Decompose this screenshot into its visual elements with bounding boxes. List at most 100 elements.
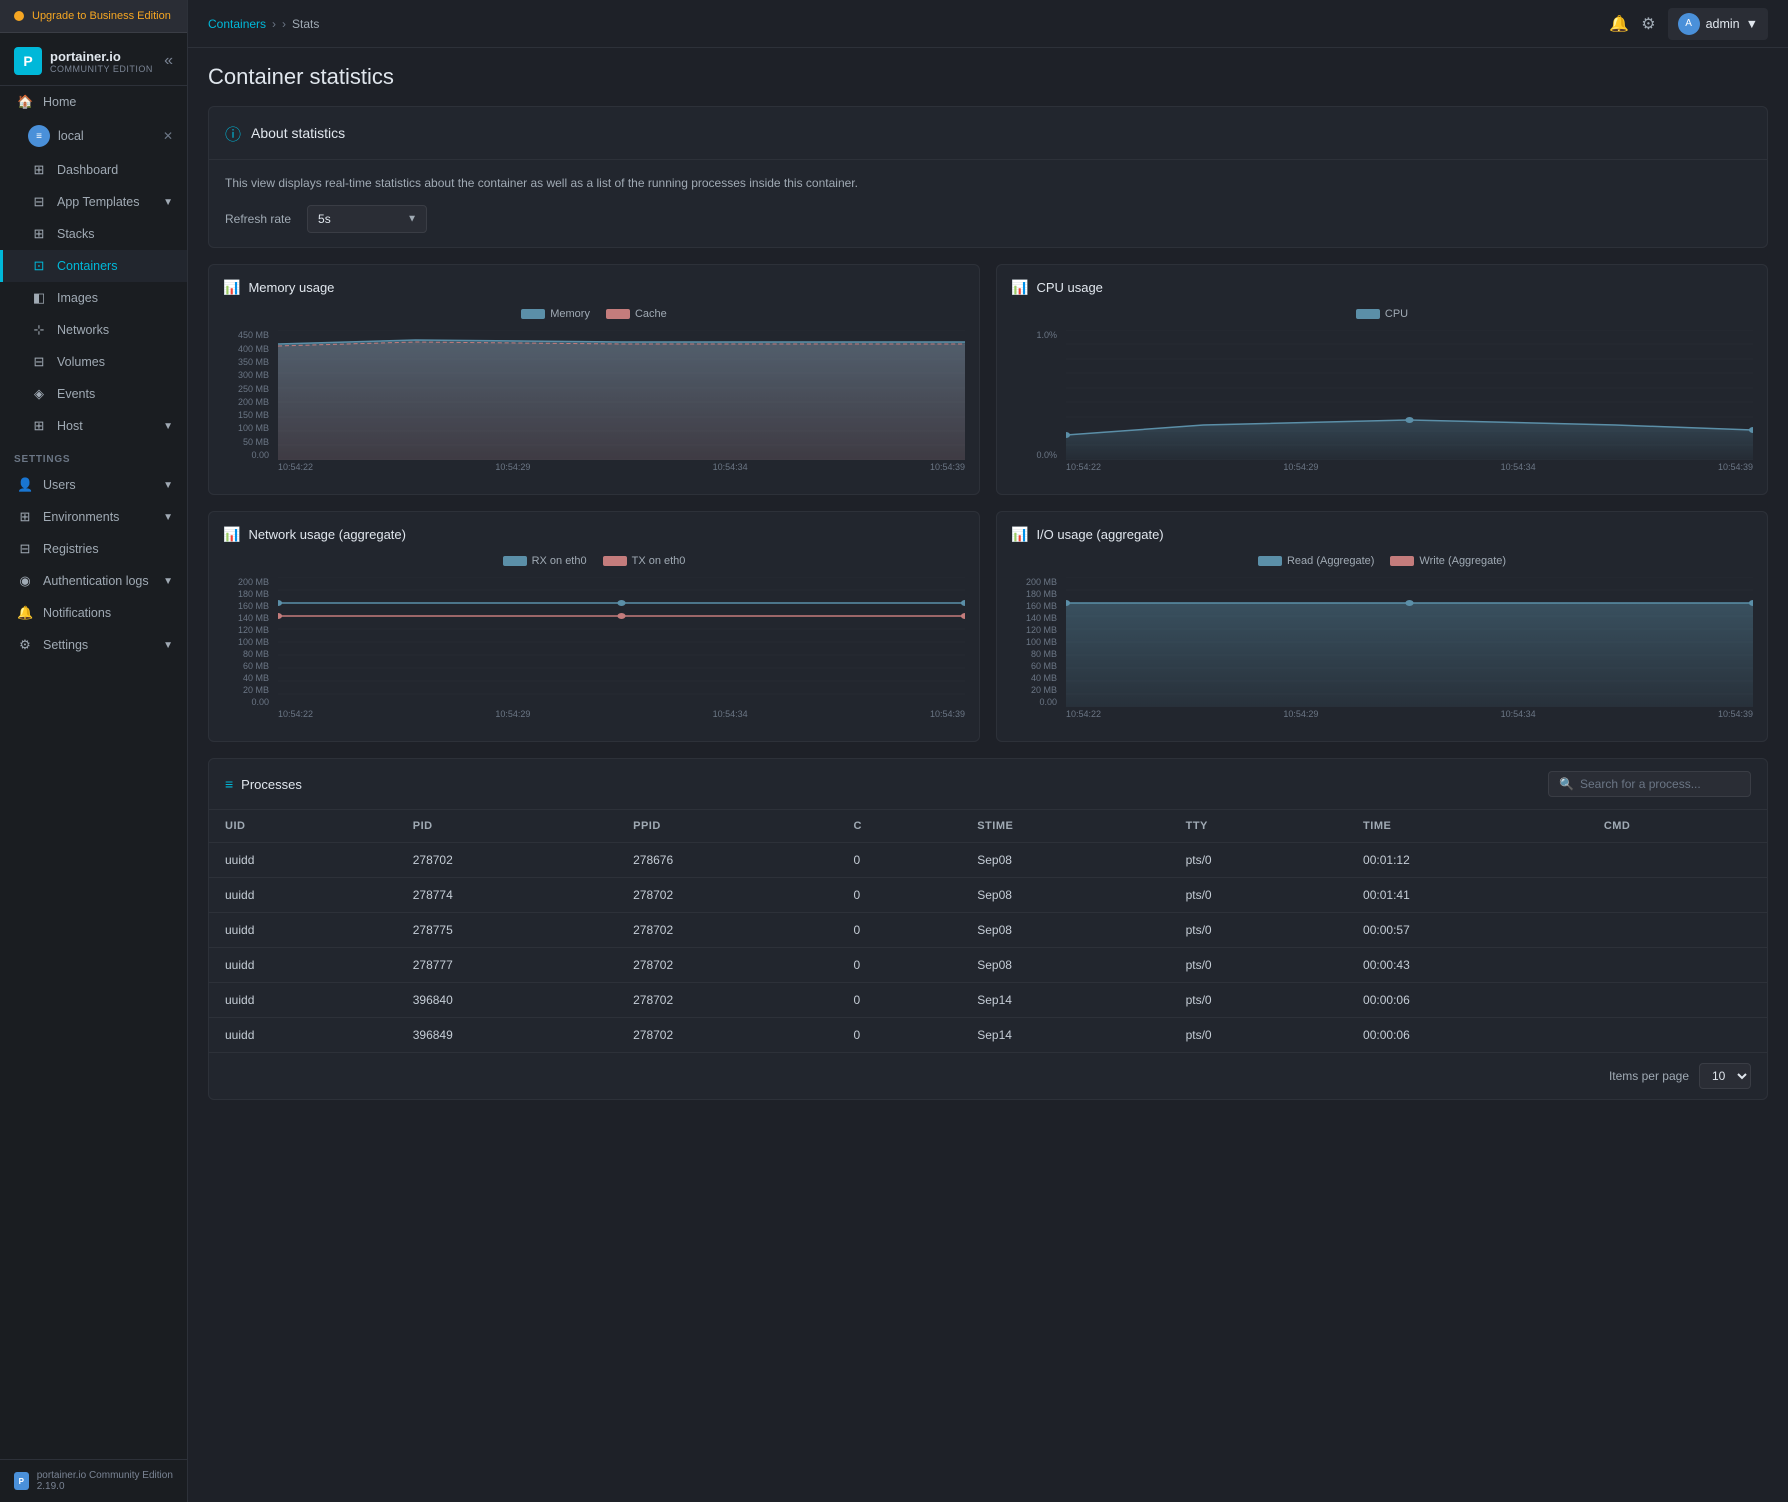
sidebar-environments-label: Environments bbox=[43, 510, 119, 524]
sidebar-item-users[interactable]: 👤 Users ▼ bbox=[0, 469, 187, 501]
cell-time: 00:00:43 bbox=[1347, 948, 1588, 983]
env-close-icon[interactable]: ✕ bbox=[163, 129, 173, 143]
cell-tty: pts/0 bbox=[1170, 878, 1347, 913]
cell-c: 0 bbox=[837, 983, 961, 1018]
portainer-logo-icon: P bbox=[14, 47, 42, 75]
settings-section-header: Settings bbox=[0, 442, 187, 469]
sidebar-env-local[interactable]: ≡ local ✕ bbox=[0, 118, 187, 154]
cell-uid: uuidd bbox=[209, 913, 397, 948]
cell-cmd bbox=[1588, 913, 1767, 948]
cell-stime: Sep08 bbox=[961, 843, 1169, 878]
cell-pid: 396840 bbox=[397, 983, 617, 1018]
io-chart-icon: 📊 bbox=[1011, 526, 1028, 543]
cell-uid: uuidd bbox=[209, 1018, 397, 1053]
sidebar-app-templates-label: App Templates bbox=[57, 195, 139, 209]
table-row: uuidd 278774 278702 0 Sep08 pts/0 00:01:… bbox=[209, 878, 1767, 913]
cell-cmd bbox=[1588, 983, 1767, 1018]
sidebar-item-networks[interactable]: ⊹ Networks bbox=[0, 314, 187, 346]
sidebar-item-events[interactable]: ◈ Events bbox=[0, 378, 187, 410]
collapse-sidebar-button[interactable]: « bbox=[164, 52, 173, 70]
cell-c: 0 bbox=[837, 1018, 961, 1053]
cell-ppid: 278702 bbox=[617, 1018, 837, 1053]
sidebar-item-stacks[interactable]: ⊞ Stacks bbox=[0, 218, 187, 250]
memory-legend-memory-label: Memory bbox=[550, 308, 590, 320]
cell-cmd bbox=[1588, 1018, 1767, 1053]
processes-title: Processes bbox=[241, 777, 302, 792]
registries-icon: ⊟ bbox=[17, 541, 33, 557]
processes-header: ≡ Processes 🔍 bbox=[209, 759, 1767, 810]
admin-label: admin bbox=[1706, 17, 1740, 31]
page-title: Container statistics bbox=[208, 64, 1768, 90]
cell-pid: 278702 bbox=[397, 843, 617, 878]
network-chart-area: 200 MB180 MB160 MB140 MB 120 MB100 MB80 … bbox=[223, 577, 965, 727]
sidebar-item-dashboard[interactable]: ⊞ Dashboard bbox=[0, 154, 187, 186]
col-tty: TTY bbox=[1170, 810, 1347, 843]
table-row: uuidd 278775 278702 0 Sep08 pts/0 00:00:… bbox=[209, 913, 1767, 948]
cell-uid: uuidd bbox=[209, 948, 397, 983]
user-menu-button[interactable]: A admin ▼ bbox=[1668, 8, 1768, 40]
networks-icon: ⊹ bbox=[31, 322, 47, 338]
sidebar-volumes-label: Volumes bbox=[57, 355, 105, 369]
sidebar-item-auth-logs[interactable]: ◉ Authentication logs ▼ bbox=[0, 565, 187, 597]
cpu-chart-title: CPU usage bbox=[1036, 280, 1102, 295]
col-time: TIME bbox=[1347, 810, 1588, 843]
cell-ppid: 278702 bbox=[617, 948, 837, 983]
col-cmd: CMD bbox=[1588, 810, 1767, 843]
sidebar-containers-label: Containers bbox=[57, 259, 117, 273]
sidebar-item-containers[interactable]: ⊡ Containers bbox=[0, 250, 187, 282]
sidebar-item-images[interactable]: ◧ Images bbox=[0, 282, 187, 314]
home-icon: 🏠 bbox=[17, 94, 33, 110]
items-per-page-label: Items per page bbox=[1609, 1069, 1689, 1083]
sidebar-item-environments[interactable]: ⊞ Environments ▼ bbox=[0, 501, 187, 533]
cell-time: 00:00:06 bbox=[1347, 983, 1588, 1018]
col-uid: UID bbox=[209, 810, 397, 843]
refresh-rate-select-wrapper: 1s 5s 10s 30s 60s bbox=[307, 205, 427, 233]
items-per-page-select[interactable]: 10 25 50 bbox=[1699, 1063, 1751, 1089]
cell-cmd bbox=[1588, 948, 1767, 983]
app-templates-icon: ⊟ bbox=[31, 194, 47, 210]
env-name-label: local bbox=[58, 129, 84, 143]
sidebar-notifications-label: Notifications bbox=[43, 606, 111, 620]
io-chart-title: I/O usage (aggregate) bbox=[1036, 527, 1163, 542]
breadcrumb-sep2: › bbox=[282, 17, 286, 31]
info-icon: ⓘ bbox=[225, 121, 241, 145]
cpu-chart-legend: CPU bbox=[1011, 308, 1753, 320]
process-search-input[interactable] bbox=[1580, 777, 1740, 791]
cell-pid: 278777 bbox=[397, 948, 617, 983]
logo-sub-text: COMMUNITY EDITION bbox=[50, 64, 153, 74]
upgrade-banner[interactable]: Upgrade to Business Edition bbox=[0, 0, 187, 33]
settings-gear-icon[interactable]: ⚙ bbox=[1641, 14, 1655, 34]
col-pid: PID bbox=[397, 810, 617, 843]
io-legend-write-label: Write (Aggregate) bbox=[1419, 555, 1506, 567]
sidebar-auth-logs-label: Authentication logs bbox=[43, 574, 149, 588]
events-icon: ◈ bbox=[31, 386, 47, 402]
charts-grid: 📊 Memory usage Memory Cache 450 MB40 bbox=[208, 264, 1768, 742]
sidebar-events-label: Events bbox=[57, 387, 95, 401]
sidebar-settings-label: Settings bbox=[43, 638, 88, 652]
sidebar-item-volumes[interactable]: ⊟ Volumes bbox=[0, 346, 187, 378]
cell-ppid: 278676 bbox=[617, 843, 837, 878]
sidebar-item-registries[interactable]: ⊟ Registries bbox=[0, 533, 187, 565]
breadcrumb-containers-link[interactable]: Containers bbox=[208, 17, 266, 31]
sidebar-item-notifications[interactable]: 🔔 Notifications bbox=[0, 597, 187, 629]
memory-chart-legend: Memory Cache bbox=[223, 308, 965, 320]
stacks-icon: ⊞ bbox=[31, 226, 47, 242]
sidebar-item-host[interactable]: ⊞ Host ▼ bbox=[0, 410, 187, 442]
bell-icon[interactable]: 🔔 bbox=[1609, 14, 1629, 34]
refresh-rate-select[interactable]: 1s 5s 10s 30s 60s bbox=[307, 205, 427, 233]
cell-ppid: 278702 bbox=[617, 878, 837, 913]
topbar-actions: 🔔 ⚙ A admin ▼ bbox=[1609, 8, 1768, 40]
table-row: uuidd 278777 278702 0 Sep08 pts/0 00:00:… bbox=[209, 948, 1767, 983]
cell-pid: 396849 bbox=[397, 1018, 617, 1053]
cpu-chart-icon: 📊 bbox=[1011, 279, 1028, 296]
refresh-rate-label: Refresh rate bbox=[225, 212, 291, 226]
sidebar-item-home[interactable]: 🏠 Home bbox=[0, 86, 187, 118]
host-icon: ⊞ bbox=[31, 418, 47, 434]
sidebar-item-settings[interactable]: ⚙ Settings ▼ bbox=[0, 629, 187, 661]
sidebar-item-app-templates[interactable]: ⊟ App Templates ▼ bbox=[0, 186, 187, 218]
host-chevron-icon: ▼ bbox=[163, 421, 173, 432]
auth-logs-icon: ◉ bbox=[17, 573, 33, 589]
process-search-box[interactable]: 🔍 bbox=[1548, 771, 1751, 797]
col-stime: STIME bbox=[961, 810, 1169, 843]
io-chart-legend: Read (Aggregate) Write (Aggregate) bbox=[1011, 555, 1753, 567]
